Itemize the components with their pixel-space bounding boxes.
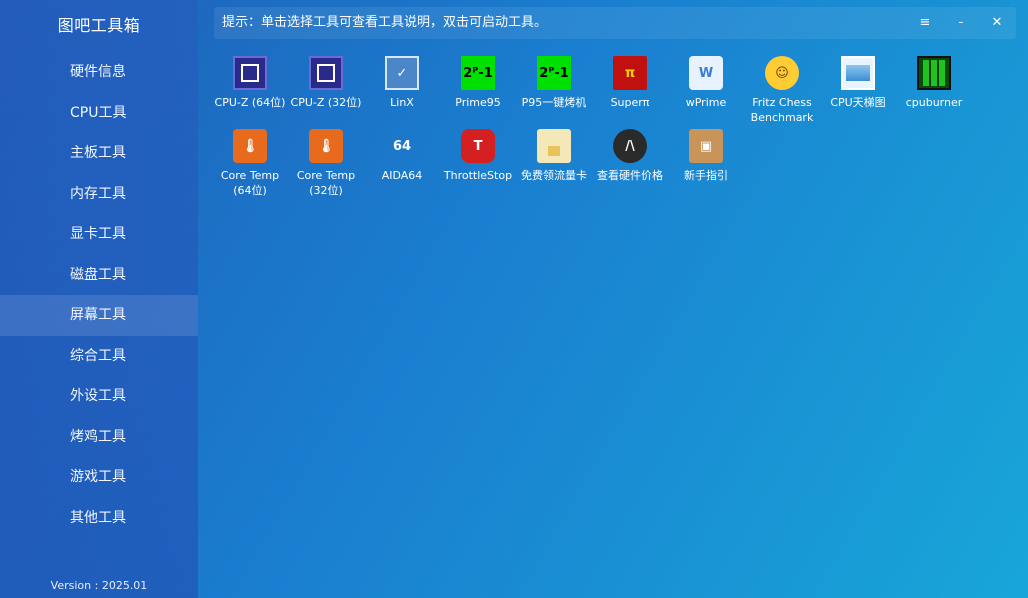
wprime-icon: W xyxy=(689,56,723,90)
coretemp-icon: 🌡 xyxy=(233,129,267,163)
prime95-icon: 2ᴾ-1 xyxy=(537,56,571,90)
coretemp-icon: 🌡 xyxy=(309,129,343,163)
tool-hardware-price[interactable]: /\ 查看硬件价格 xyxy=(592,129,668,202)
cpu-ladder-icon xyxy=(841,56,875,90)
tool-label: P95一键烤机 xyxy=(521,96,587,109)
tool-cpuburner[interactable]: cpuburner xyxy=(896,56,972,129)
app-title: 图吧工具箱 xyxy=(57,16,141,35)
tool-free-sim-card[interactable]: 免费领流量卡 xyxy=(516,129,592,202)
tool-label: 免费领流量卡 xyxy=(521,169,587,182)
tool-aida64[interactable]: 64 AIDA64 xyxy=(364,129,440,202)
tool-label: ThrottleStop xyxy=(443,169,513,182)
guide-icon: ▣ xyxy=(689,129,723,163)
sidebar-item-other-tools[interactable]: 其他工具 xyxy=(0,498,198,539)
prime95-icon: 2ᴾ-1 xyxy=(461,56,495,90)
tool-wprime[interactable]: W wPrime xyxy=(668,56,744,129)
sidebar-menu: 硬件信息 CPU工具 主板工具 内存工具 显卡工具 磁盘工具 屏幕工具 综合工具… xyxy=(0,52,198,538)
sidebar-item-stress-tools[interactable]: 烤鸡工具 xyxy=(0,417,198,458)
tool-label: cpuburner xyxy=(905,96,963,109)
sidebar-item-comprehensive-tools[interactable]: 综合工具 xyxy=(0,336,198,377)
tool-label: Core Temp (32位) xyxy=(296,169,356,197)
sidebar-item-motherboard-tools[interactable]: 主板工具 xyxy=(0,133,198,174)
cpuz-icon xyxy=(309,56,343,90)
sidebar-item-game-tools[interactable]: 游戏工具 xyxy=(0,457,198,498)
version-label: Version : 2025.01 xyxy=(50,579,148,592)
tool-cpu-ladder[interactable]: CPU天梯图 xyxy=(820,56,896,129)
tool-label: 查看硬件价格 xyxy=(597,169,663,182)
sidebar: 图吧工具箱 硬件信息 CPU工具 主板工具 内存工具 显卡工具 磁盘工具 屏幕工… xyxy=(0,0,198,598)
fritz-icon: ☺ xyxy=(765,56,799,90)
tool-label: Superπ xyxy=(610,96,650,109)
hint-bar: 提示：单击选择工具可查看工具说明，双击可启动工具。 ≡ - ✕ xyxy=(214,7,1016,39)
tool-label: 新手指引 xyxy=(684,169,728,182)
tool-prime95[interactable]: 2ᴾ-1 Prime95 xyxy=(440,56,516,129)
sidebar-item-peripheral-tools[interactable]: 外设工具 xyxy=(0,376,198,417)
tool-cpuz-64[interactable]: CPU-Z (64位) xyxy=(212,56,288,129)
sidebar-item-hardware-info[interactable]: 硬件信息 xyxy=(0,52,198,93)
sidebar-item-disk-tools[interactable]: 磁盘工具 xyxy=(0,255,198,296)
tool-linx[interactable]: ✓ LinX xyxy=(364,56,440,129)
tool-label: CPU-Z (64位) xyxy=(214,96,286,109)
sim-card-icon xyxy=(537,129,571,163)
tool-label: CPU-Z (32位) xyxy=(290,96,362,109)
tool-throttlestop[interactable]: T ThrottleStop xyxy=(440,129,516,202)
sidebar-item-cpu-tools[interactable]: CPU工具 xyxy=(0,93,198,134)
sidebar-item-memory-tools[interactable]: 内存工具 xyxy=(0,174,198,215)
linx-icon: ✓ xyxy=(385,56,419,90)
tool-label: wPrime xyxy=(685,96,727,109)
tool-p95-oneclick[interactable]: 2ᴾ-1 P95一键烤机 xyxy=(516,56,592,129)
tool-label: AIDA64 xyxy=(381,169,423,182)
tool-fritz-chess[interactable]: ☺ Fritz Chess Benchmark xyxy=(744,56,820,129)
tool-label: Fritz Chess Benchmark xyxy=(750,96,814,124)
tool-cpuz-32[interactable]: CPU-Z (32位) xyxy=(288,56,364,129)
tool-coretemp-64[interactable]: 🌡 Core Temp (64位) xyxy=(212,129,288,202)
price-icon: /\ xyxy=(613,129,647,163)
hint-text: 提示：单击选择工具可查看工具说明，双击可启动工具。 xyxy=(222,15,548,30)
tool-label: CPU天梯图 xyxy=(830,96,886,109)
aida64-icon: 64 xyxy=(392,138,412,154)
throttlestop-icon: T xyxy=(461,129,495,163)
cpuburner-icon xyxy=(917,56,951,90)
tools-grid: CPU-Z (64位) CPU-Z (32位) ✓ LinX 2ᴾ-1 Prim… xyxy=(212,56,1012,202)
close-icon[interactable]: ✕ xyxy=(982,7,1012,39)
tool-label: Prime95 xyxy=(455,96,501,109)
tool-coretemp-32[interactable]: 🌡 Core Temp (32位) xyxy=(288,129,364,202)
minimize-icon[interactable]: - xyxy=(946,7,976,39)
tool-label: LinX xyxy=(390,96,414,109)
tool-beginner-guide[interactable]: ▣ 新手指引 xyxy=(668,129,744,202)
tool-label: Core Temp (64位) xyxy=(220,169,280,197)
sidebar-item-screen-tools[interactable]: 屏幕工具 xyxy=(0,295,198,336)
menu-icon[interactable]: ≡ xyxy=(910,7,940,39)
cpuz-icon xyxy=(233,56,267,90)
tool-superpi[interactable]: π Superπ xyxy=(592,56,668,129)
superpi-icon: π xyxy=(613,56,647,90)
sidebar-item-gpu-tools[interactable]: 显卡工具 xyxy=(0,214,198,255)
